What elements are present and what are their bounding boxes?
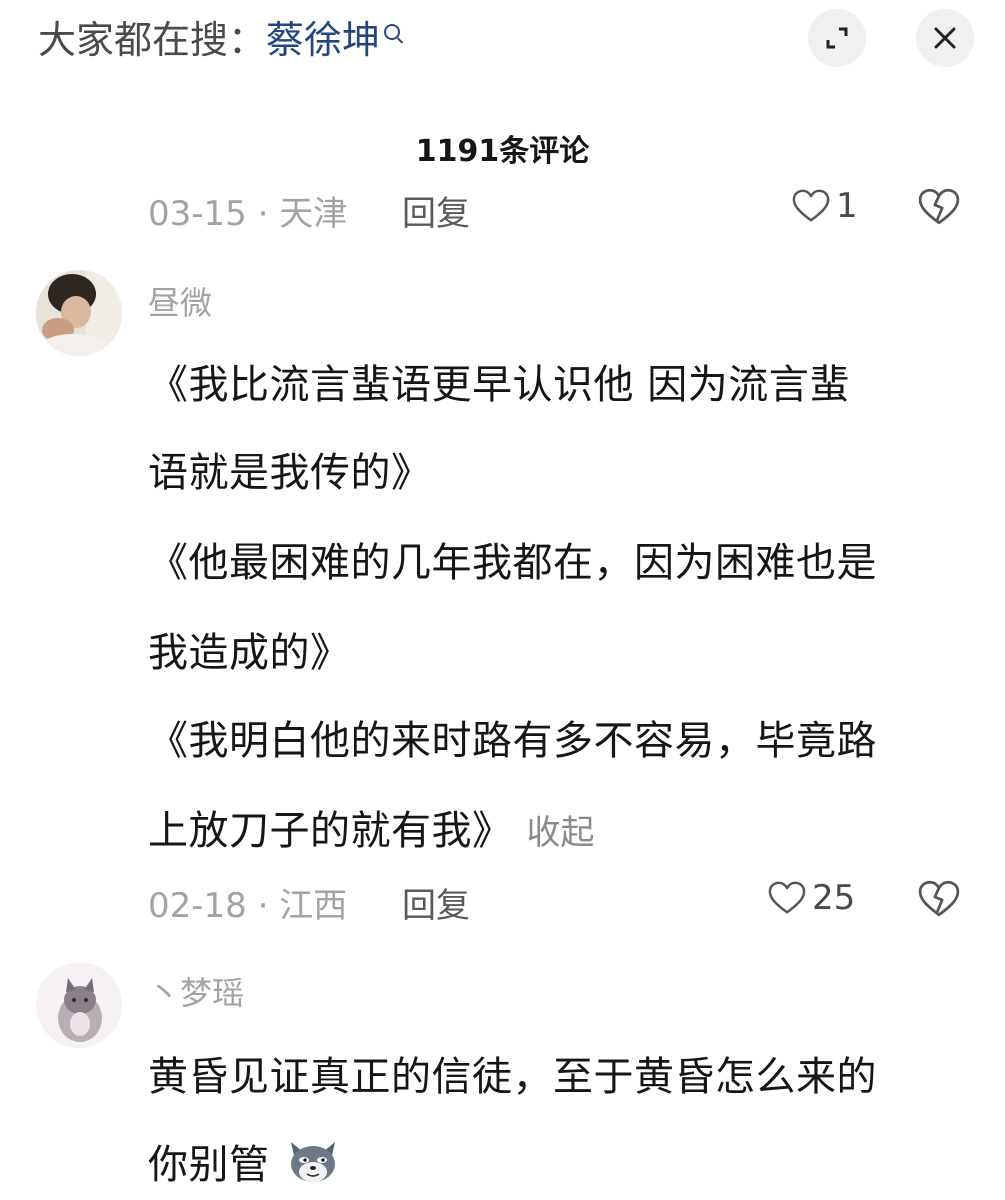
broken-heart-icon (918, 880, 960, 917)
expand-button[interactable] (808, 9, 866, 67)
dislike-button[interactable] (918, 878, 960, 924)
avatar[interactable] (36, 270, 122, 356)
comment-text-line: 黄昏见证真正的信徒，至于黄昏怎么来的 (148, 1054, 877, 1100)
comment-text-line: 《他最困难的几年我都在，因为困难也是 (148, 540, 877, 586)
heart-outline-icon (768, 881, 806, 914)
comment-text-line: 你别管 (148, 1142, 270, 1188)
broken-heart-icon (918, 188, 960, 225)
search-suggestion[interactable]: 大家都在搜：蔡徐坤 (38, 12, 401, 68)
close-button[interactable] (916, 9, 974, 67)
comment-text-line: 语就是我传的》 (148, 450, 432, 496)
comment-date-location: 02-18 · 江西 (148, 886, 348, 926)
like-button[interactable]: 25 (768, 878, 855, 918)
search-keyword-link[interactable]: 蔡徐坤 (266, 18, 380, 62)
collapse-button[interactable]: 收起 (527, 813, 595, 853)
comment-text-line: 《我比流言蜚语更早认识他 因为流言蜚 (148, 362, 850, 408)
comment-date-location: 03-15 · 天津 (148, 194, 348, 234)
expand-icon (826, 27, 848, 49)
username[interactable]: 昼微 (148, 278, 212, 324)
dislike-button[interactable] (918, 186, 960, 232)
reply-button[interactable]: 回复 (402, 186, 470, 235)
comment-text-line: 我造成的》 (148, 630, 351, 676)
like-count: 1 (836, 186, 858, 226)
comment-text-line: 《我明白他的来时路有多不容易，毕竟路 (148, 718, 877, 764)
avatar-image (36, 962, 122, 1048)
close-icon (934, 27, 956, 49)
comment-text-last-line: 上放刀子的就有我》 收起 (148, 798, 595, 856)
wolf-sticker-emoji (290, 1142, 335, 1182)
heart-outline-icon (792, 189, 830, 222)
avatar[interactable] (36, 962, 122, 1048)
username[interactable]: 丶梦瑶 (148, 968, 244, 1014)
comment-text-line: 上放刀子的就有我》 (148, 808, 513, 854)
like-button[interactable]: 1 (792, 186, 858, 226)
comment-text-last-line: 你别管 (148, 1132, 341, 1190)
comment-count-title: 1191条评论 (415, 134, 590, 169)
reply-button[interactable]: 回复 (402, 878, 470, 927)
search-prefix: 大家都在搜： (38, 18, 267, 62)
search-icon (384, 24, 401, 40)
avatar-image (36, 270, 122, 356)
like-count: 25 (812, 878, 856, 918)
